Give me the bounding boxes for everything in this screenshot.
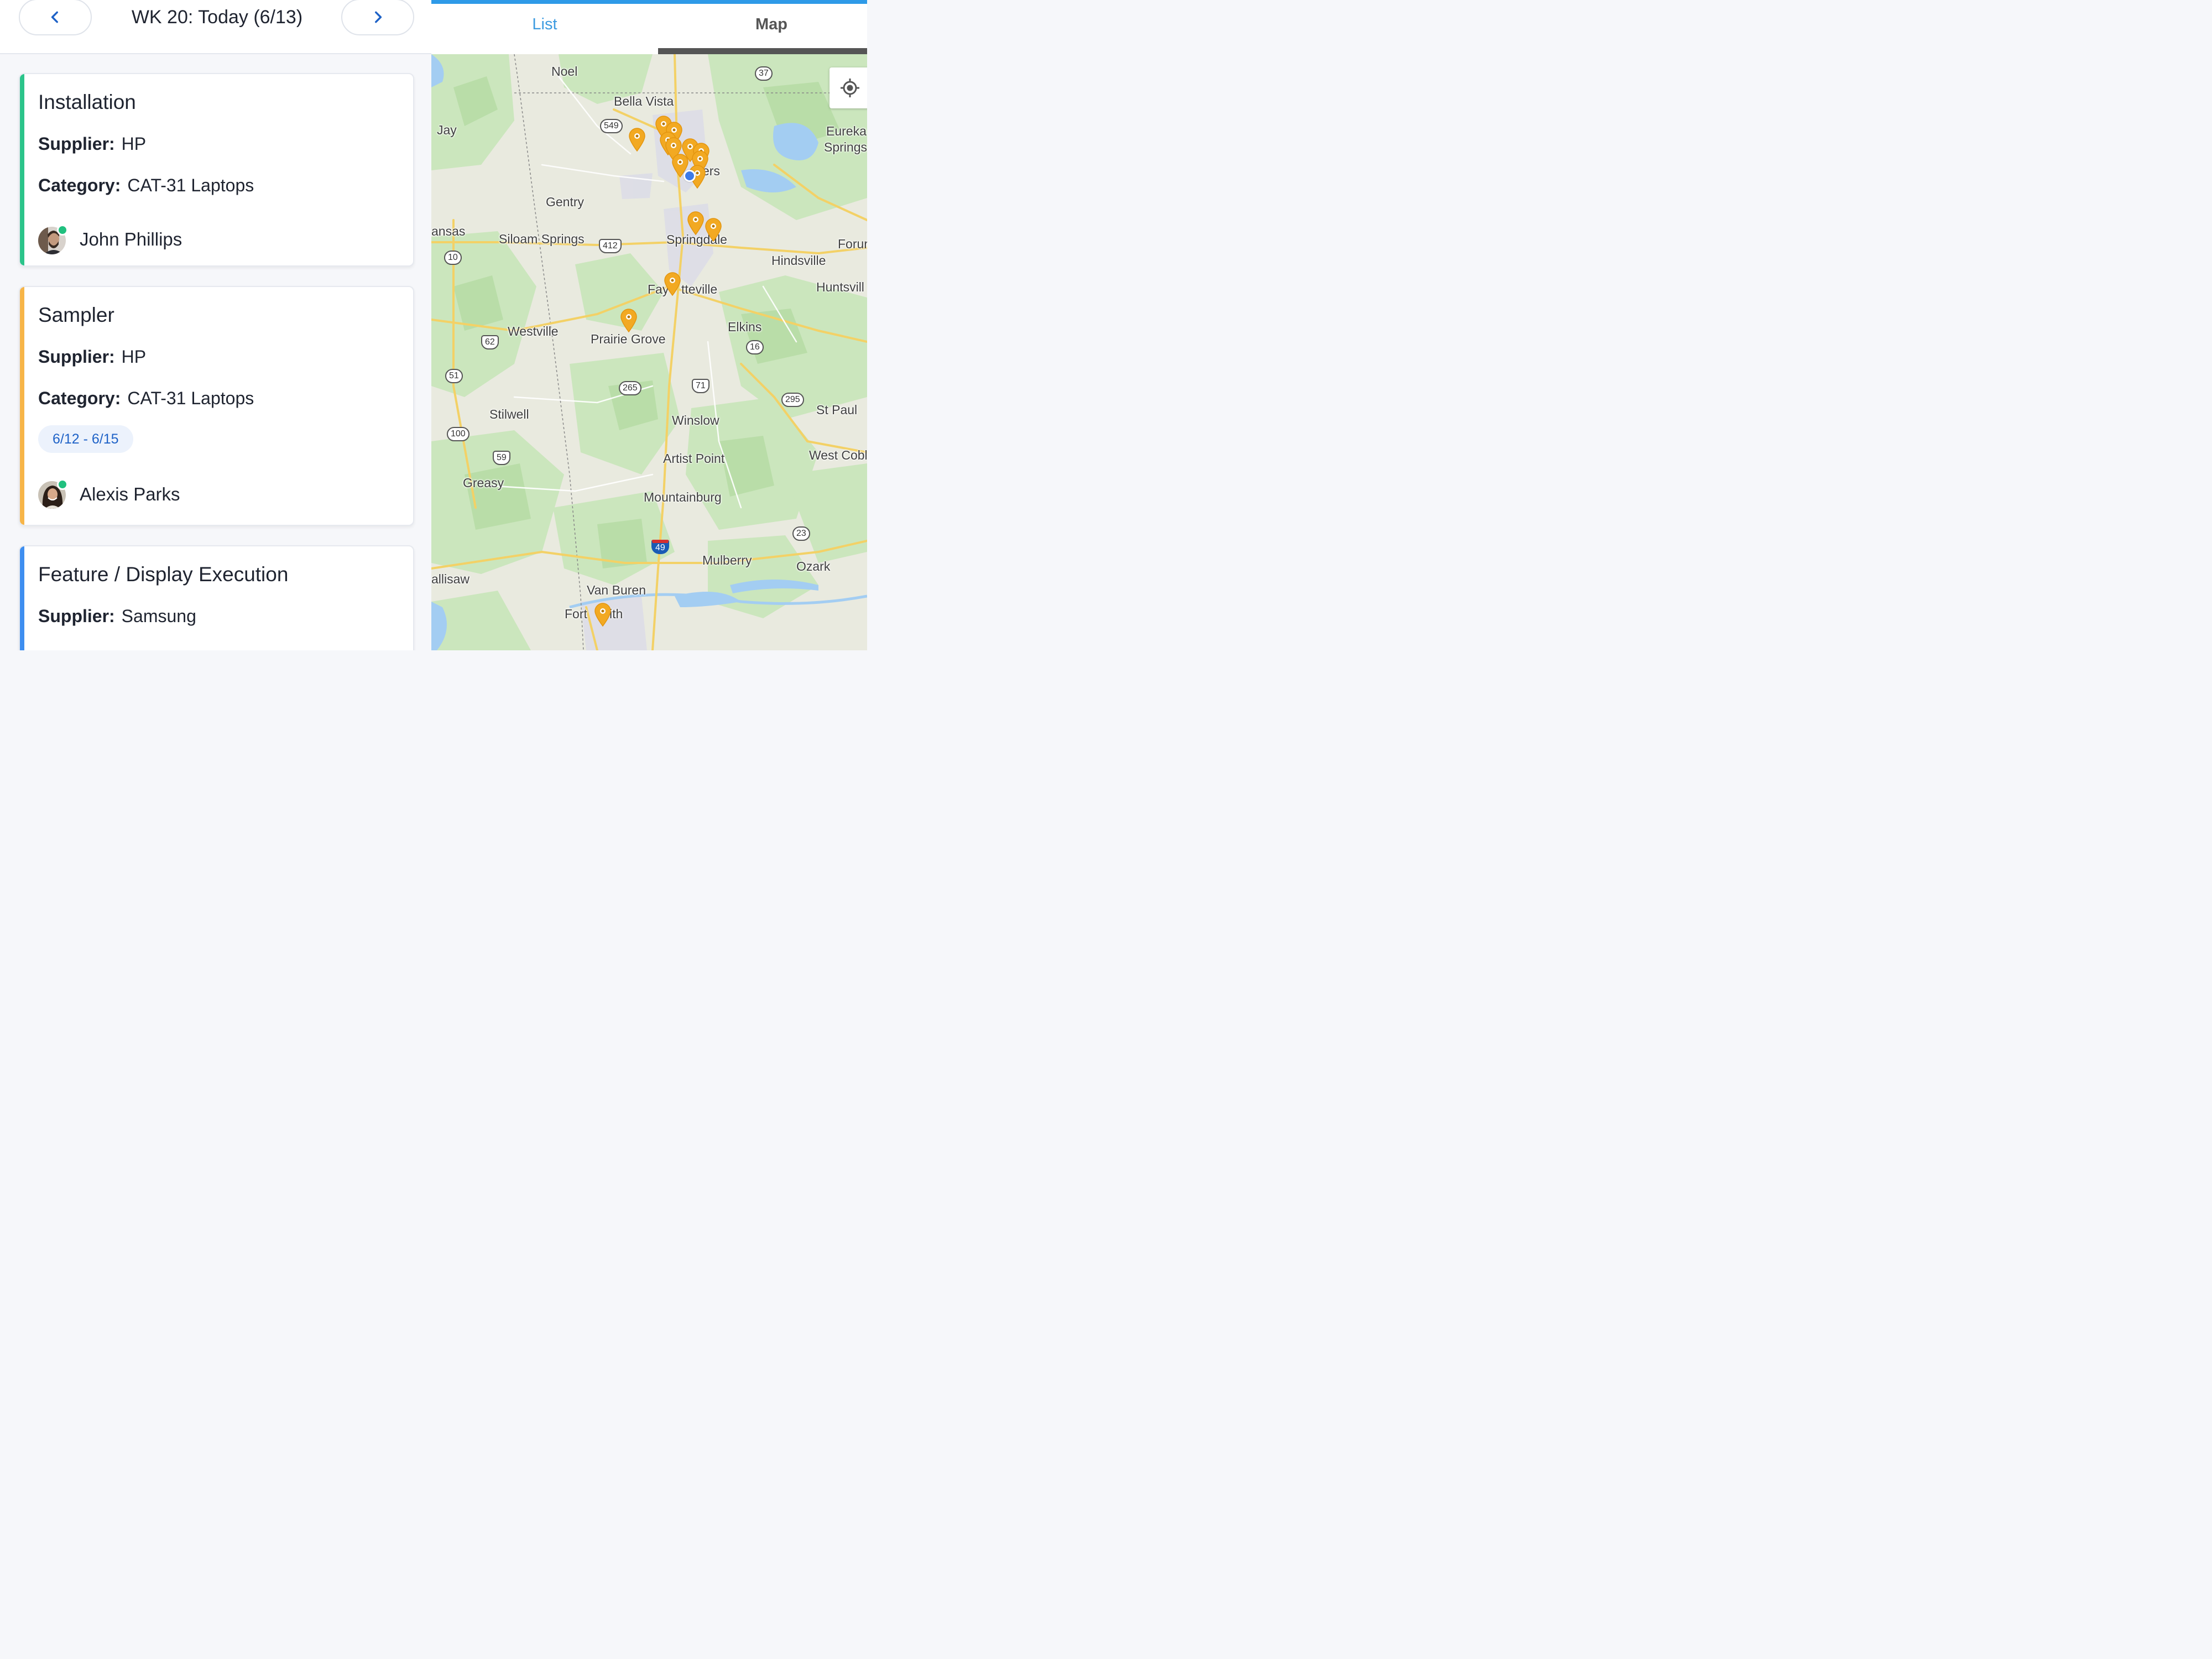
category-label: Category: [38,388,121,408]
card-accent-bar [20,546,24,650]
next-week-button[interactable] [341,0,414,35]
avatar [38,225,68,254]
map-place-label: Artist Point [663,451,725,466]
task-card[interactable]: Sampler Supplier: HP Category: CAT-31 Lapt… [19,286,414,526]
map-place-label: tteville [681,282,718,296]
map-place-label: Mountainburg [644,490,722,504]
task-title: Feature / Display Execution [38,563,289,586]
supplier-label: Supplier: [38,606,115,626]
location-pin-icon[interactable] [664,272,681,296]
assignee-name: Alexis Parks [80,484,180,504]
map-panel: List Map Noel Bella Vista Jay Eureka Spr… [431,0,867,650]
location-pin-icon[interactable] [594,603,612,627]
online-status-dot [57,479,68,490]
crosshair-icon [841,79,859,97]
highway-shield: 71 [692,379,709,393]
map-place-label: Ozark [796,559,831,573]
location-pin-icon[interactable] [620,309,638,333]
chevron-left-icon [51,11,58,23]
supplier-row: Supplier: HP [38,347,146,367]
highway-shield: 265 [619,381,641,395]
map-place-label: Jay [437,123,457,137]
category-row: Category: CAT-31 Laptops [38,388,254,409]
map-place-label: Noel [551,64,578,79]
map-place-label: allisaw [431,572,470,586]
highway-shield: 10 [444,251,462,265]
map-place-label: Fort [565,607,587,621]
map-place-label: Winslow [672,413,719,427]
supplier-value: Samsung [121,606,196,626]
current-location-dot [684,170,696,182]
map-place-label: Forur [838,237,867,251]
highway-shield: 412 [599,239,622,253]
map-place-label: Westville [508,324,559,338]
map-place-label: ansas [431,224,466,238]
category-row: Category: CAT-31 Laptops [38,175,254,196]
map-view[interactable]: Noel Bella Vista Jay Eureka Springs ers … [431,54,867,650]
task-title: Installation [38,91,136,113]
supplier-row: Supplier: Samsung [38,606,196,627]
category-label: Category: [38,175,121,195]
location-pin-icon[interactable] [687,211,705,236]
map-place-label: West Cobl [809,448,867,462]
card-accent-bar [20,287,24,525]
task-card[interactable]: Installation Supplier: HP Category: CAT-31… [19,73,414,267]
map-place-label: Stilwell [489,407,529,421]
card-accent-bar [20,74,24,265]
location-pin-icon[interactable] [705,218,722,242]
highway-shield: 37 [755,66,773,81]
map-place-label: Prairie Grove [591,332,666,346]
previous-week-button[interactable] [19,0,92,35]
highway-shield: 295 [781,393,804,407]
task-title: Sampler [38,304,114,326]
tab-list[interactable]: List [431,15,658,34]
online-status-dot [57,225,68,236]
highway-shield: 16 [746,340,764,354]
avatar [38,479,68,509]
week-header: WK 20: Today (6/13) [0,0,431,54]
schedule-panel: WK 20: Today (6/13) Installation Supplie… [0,0,431,650]
supplier-row: Supplier: HP [38,134,146,154]
interstate-shield: 49 [651,540,669,554]
task-card[interactable]: Feature / Display Execution Supplier: Sam… [19,545,414,650]
map-place-label: Hindsville [771,253,826,268]
my-location-button[interactable] [830,67,867,108]
map-place-label: Springs [824,140,867,154]
supplier-value: HP [121,134,147,154]
chevron-right-icon [375,11,382,23]
map-place-label: St Paul [816,403,858,417]
highway-shield: 23 [792,526,810,541]
tab-map[interactable]: Map [658,15,867,34]
week-title: WK 20: Today (6/13) [131,7,303,28]
map-place-label: Mulberry [702,553,752,567]
location-pin-icon[interactable] [628,128,646,152]
highway-shield: 100 [447,427,469,441]
supplier-value: HP [121,347,147,367]
active-tab-indicator [658,48,867,54]
supplier-label: Supplier: [38,347,115,367]
map-place-label: Bella Vista [614,94,674,108]
highway-shield: 59 [493,451,510,465]
highway-shield: 51 [445,369,463,383]
highway-shield: 549 [600,119,623,133]
category-value: CAT-31 Laptops [127,175,254,195]
assignee-name: John Phillips [80,229,182,249]
map-place-label: Greasy [463,476,504,490]
category-value: CAT-31 Laptops [127,388,254,408]
highway-shield: 62 [481,335,499,349]
map-place-label: Elkins [728,320,762,334]
map-place-label: Huntsvill [816,280,864,294]
loading-progress-bar [431,0,867,4]
map-place-label: Gentry [546,195,585,209]
supplier-label: Supplier: [38,134,115,154]
map-place-label: Siloam Springs [499,232,585,246]
map-place-label: Eureka [826,124,867,138]
date-range-chip: 6/12 - 6/15 [38,425,133,453]
map-place-label: Van Buren [587,583,646,597]
